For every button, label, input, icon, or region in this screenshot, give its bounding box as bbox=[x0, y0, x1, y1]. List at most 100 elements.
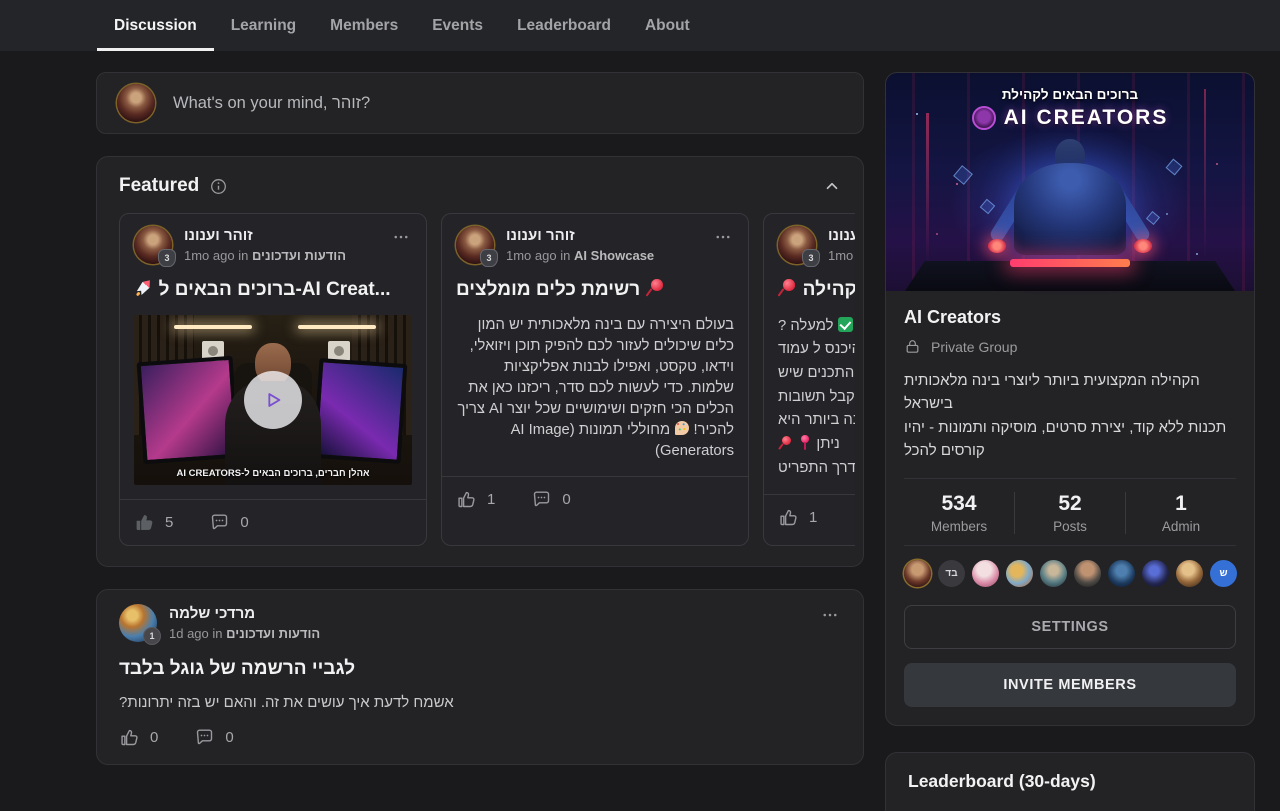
more-options-icon[interactable] bbox=[819, 604, 841, 626]
author-avatar[interactable]: 3 bbox=[456, 226, 494, 264]
thumb-decor bbox=[137, 355, 240, 463]
author-name[interactable]: זוהר וענונו bbox=[184, 227, 346, 244]
featured-card-community[interactable]: 3 זוהר וענונו 1mo קהילה למעלה ? היכנס ל … bbox=[763, 213, 855, 546]
post-footer: 0 0 bbox=[119, 727, 841, 748]
group-description: הקהילה המקצועית ביותר ליוצרי בינה מלאכות… bbox=[904, 369, 1236, 462]
like-button[interactable] bbox=[134, 512, 155, 533]
card-header: 3 זוהר וענונו 1mo bbox=[778, 226, 855, 264]
comment-button[interactable] bbox=[531, 489, 552, 510]
featured-card-tools[interactable]: 3 זוהר וענונו 1mo ago in AI Showcase רשי… bbox=[441, 213, 749, 546]
post-channel[interactable]: הודעות ועדכונים bbox=[226, 626, 320, 641]
card-header: 3 זוהר וענונו 1mo ago in הודעות ועדכונים bbox=[134, 226, 412, 264]
leaderboard-card: Leaderboard (30-days) bbox=[885, 752, 1255, 811]
stat-value: 52 bbox=[1015, 492, 1125, 516]
comment-button[interactable] bbox=[194, 727, 215, 748]
comment-count: 0 bbox=[240, 514, 248, 531]
stat-posts: 52 Posts bbox=[1014, 492, 1125, 534]
author-meta: זוהר וענונו 1mo ago in AI Showcase bbox=[506, 227, 654, 263]
member-avatar[interactable] bbox=[1142, 560, 1169, 587]
like-button[interactable] bbox=[778, 507, 799, 528]
member-avatar[interactable] bbox=[1006, 560, 1033, 587]
author-avatar[interactable]: 1 bbox=[119, 604, 157, 642]
post-body: בעולם היצירה עם בינה מלאכותית יש המון כל… bbox=[456, 315, 734, 462]
member-avatar[interactable] bbox=[1176, 560, 1203, 587]
info-icon[interactable] bbox=[209, 177, 228, 196]
featured-cards-row: 3 זוהר וענונו 1mo ago in הודעות ועדכונים… bbox=[119, 213, 855, 546]
stat-admin: 1 Admin bbox=[1125, 492, 1236, 534]
sidebar: ברוכים הבאים לקהילת AI CREATORS AI Creat… bbox=[885, 72, 1255, 811]
card-footer: 1 0 bbox=[442, 476, 748, 510]
rocket-emoji-icon bbox=[134, 278, 157, 302]
featured-header: Featured bbox=[119, 175, 855, 197]
member-avatar[interactable] bbox=[1040, 560, 1067, 587]
banner-welcome-text: ברוכים הבאים לקהילת bbox=[886, 87, 1254, 102]
level-badge: 3 bbox=[158, 249, 176, 267]
play-icon[interactable] bbox=[244, 371, 302, 429]
post-title: לגביי הרשמה של גוגל בלבד bbox=[119, 658, 841, 680]
member-avatar[interactable] bbox=[1108, 560, 1135, 587]
post-time: 1mo ago in bbox=[184, 248, 248, 263]
member-avatar[interactable] bbox=[972, 560, 999, 587]
tab-about[interactable]: About bbox=[628, 0, 707, 51]
post-header: 1 מרדכי שלמה 1d ago in הודעות ועדכונים bbox=[119, 604, 841, 642]
pin2-emoji-icon bbox=[797, 435, 812, 450]
current-user-avatar[interactable] bbox=[117, 84, 155, 122]
pin-emoji-icon bbox=[646, 278, 665, 297]
collapse-chevron-up-icon[interactable] bbox=[823, 177, 841, 195]
tab-learning[interactable]: Learning bbox=[214, 0, 313, 51]
post-card[interactable]: 1 מרדכי שלמה 1d ago in הודעות ועדכונים ל… bbox=[96, 589, 864, 765]
post-title: ברוכים הבאים ל-AI Creat... bbox=[134, 278, 412, 303]
card-footer: 1 bbox=[764, 494, 855, 528]
top-nav: Discussion Learning Members Events Leade… bbox=[0, 0, 1280, 51]
stat-members: 534 Members bbox=[904, 492, 1014, 534]
post-body: אשמח לדעת איך עושים את זה. והאם יש בזה י… bbox=[119, 694, 841, 711]
pin-emoji-icon bbox=[778, 435, 793, 450]
post-channel[interactable]: הודעות ועדכונים bbox=[252, 248, 346, 263]
author-avatar[interactable]: 3 bbox=[778, 226, 816, 264]
group-privacy: Private Group bbox=[904, 338, 1236, 355]
member-avatar[interactable]: בד bbox=[938, 560, 965, 587]
author-avatar[interactable]: 3 bbox=[134, 226, 172, 264]
level-badge: 1 bbox=[143, 627, 161, 645]
author-name[interactable]: מרדכי שלמה bbox=[169, 605, 320, 622]
level-badge: 3 bbox=[480, 249, 498, 267]
tab-events[interactable]: Events bbox=[415, 0, 500, 51]
thumb-decor bbox=[174, 325, 252, 329]
post-meta: 1mo ago in הודעות ועדכונים bbox=[184, 248, 346, 263]
more-options-icon[interactable] bbox=[712, 226, 734, 248]
like-button[interactable] bbox=[456, 489, 477, 510]
stat-value: 534 bbox=[904, 492, 1014, 516]
like-count: 1 bbox=[487, 491, 495, 508]
author-meta: זוהר וענונו 1mo ago in הודעות ועדכונים bbox=[184, 227, 346, 263]
settings-button[interactable]: SETTINGS bbox=[904, 605, 1236, 649]
palette-emoji-icon bbox=[674, 421, 689, 436]
video-thumbnail[interactable]: אהלן חברים, ברוכים הבאים ל-AI CREATORS bbox=[134, 315, 412, 485]
lock-icon bbox=[904, 338, 921, 355]
member-avatar[interactable] bbox=[1074, 560, 1101, 587]
author-meta: זוהר וענונו 1mo bbox=[828, 227, 855, 263]
tab-leaderboard[interactable]: Leaderboard bbox=[500, 0, 628, 51]
member-avatar[interactable] bbox=[904, 560, 931, 587]
post-body-line: בה ביותר היא bbox=[778, 409, 855, 433]
post-channel[interactable]: AI Showcase bbox=[574, 248, 654, 263]
banner-decor bbox=[988, 239, 1006, 253]
like-button[interactable] bbox=[119, 727, 140, 748]
author-name[interactable]: זוהר וענונו bbox=[828, 227, 855, 244]
tab-discussion[interactable]: Discussion bbox=[97, 0, 214, 51]
comment-count: 0 bbox=[225, 729, 233, 746]
more-options-icon[interactable] bbox=[390, 226, 412, 248]
tab-members[interactable]: Members bbox=[313, 0, 415, 51]
leaderboard-title: Leaderboard (30-days) bbox=[908, 771, 1232, 792]
invite-members-button[interactable]: INVITE MEMBERS bbox=[904, 663, 1236, 707]
divider bbox=[904, 545, 1236, 546]
member-avatar[interactable]: ש bbox=[1210, 560, 1237, 587]
comment-button[interactable] bbox=[209, 512, 230, 533]
post-composer[interactable]: What's on your mind, זוהר? bbox=[96, 72, 864, 134]
featured-card-welcome[interactable]: 3 זוהר וענונו 1mo ago in הודעות ועדכונים… bbox=[119, 213, 427, 546]
thumb-decor bbox=[313, 358, 408, 464]
main-layout: What's on your mind, זוהר? Featured bbox=[0, 51, 1280, 811]
author-name[interactable]: זוהר וענונו bbox=[506, 227, 654, 244]
post-title: קהילה bbox=[778, 278, 855, 303]
post-body-line: ניתן bbox=[778, 433, 855, 457]
thumb-decor bbox=[298, 325, 376, 329]
